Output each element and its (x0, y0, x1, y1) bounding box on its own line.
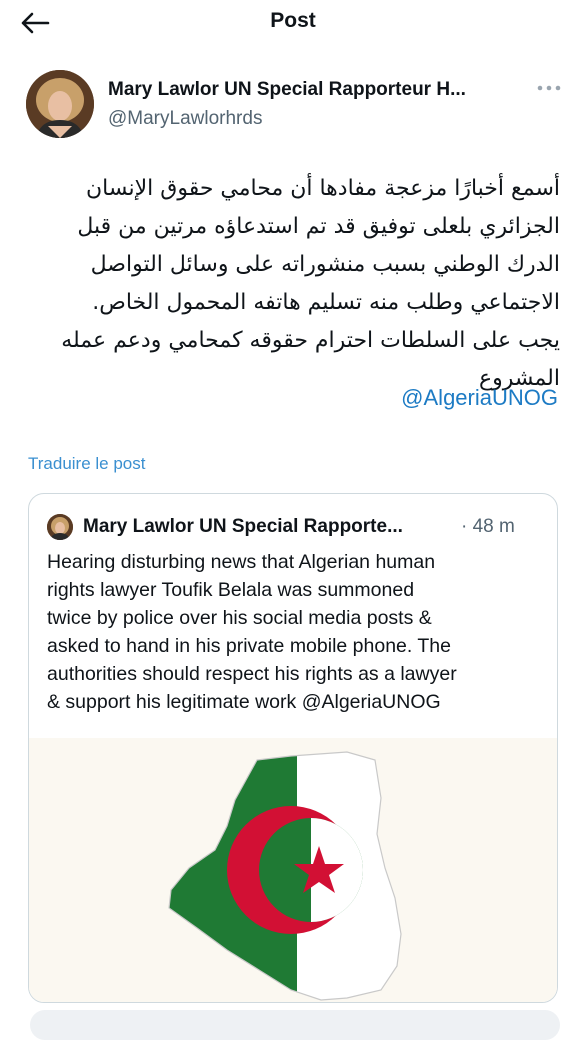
quoted-post-card[interactable]: Mary Lawlor UN Special Rapporte... · 48 … (28, 493, 558, 1003)
quoted-avatar (47, 514, 73, 540)
quoted-author-name: Mary Lawlor UN Special Rapporte... (83, 516, 403, 537)
algeria-flag-map-image (168, 751, 402, 1001)
post-text-line: يجب على السلطات احترام حقوقه كمحامي ودعم… (61, 328, 560, 353)
reply-bar[interactable] (30, 1010, 560, 1040)
post-text: أسمع أخبارًا مزعجة مفادها أن محامي حقوق … (24, 170, 560, 398)
top-bar: Post (0, 0, 586, 46)
author-name[interactable]: Mary Lawlor UN Special Rapporteur H... (108, 79, 466, 101)
quoted-text-line: Hearing disturbing news that Algerian hu… (47, 551, 436, 573)
post-author: Mary Lawlor UN Special Rapporteur H... @… (26, 70, 566, 140)
post-text-line: أسمع أخبارًا مزعجة مفادها أن محامي حقوق … (86, 176, 560, 201)
quoted-text-line: & support his legitimate work @AlgeriaUN… (47, 691, 441, 713)
quoted-text-line: rights lawyer Toufik Belala was summoned (47, 579, 415, 601)
page-title: Post (270, 9, 316, 32)
mention-link[interactable]: @AlgeriaUNOG (401, 385, 558, 411)
quoted-text-line: authorities should respect his rights as… (47, 663, 457, 685)
author-handle[interactable]: @MaryLawlorhrds (108, 108, 262, 130)
post-text-line: الدرك الوطني بسبب منشوراته على وسائل الت… (90, 252, 560, 277)
post-text-line: الجزائري بلعلى توفيق قد تم استدعاؤه مرتي… (77, 214, 560, 239)
quoted-text-line: twice by police over his social media po… (47, 607, 432, 629)
more-dots-icon (537, 85, 561, 91)
quoted-post-image[interactable] (29, 738, 557, 1002)
translate-post-link[interactable]: Traduire le post (28, 454, 145, 474)
quoted-timestamp: · 48 m (461, 516, 515, 537)
quoted-post-text: Hearing disturbing news that Algerian hu… (47, 548, 547, 716)
post-text-line: الاجتماعي وطلب منه تسليم هاتفه المحمول ا… (92, 290, 560, 315)
more-options-button[interactable] (536, 78, 562, 98)
quoted-text-line: asked to hand in his private mobile phon… (47, 635, 451, 657)
quoted-avatar-image (47, 514, 73, 540)
avatar-image (26, 70, 94, 138)
avatar[interactable] (26, 70, 94, 138)
